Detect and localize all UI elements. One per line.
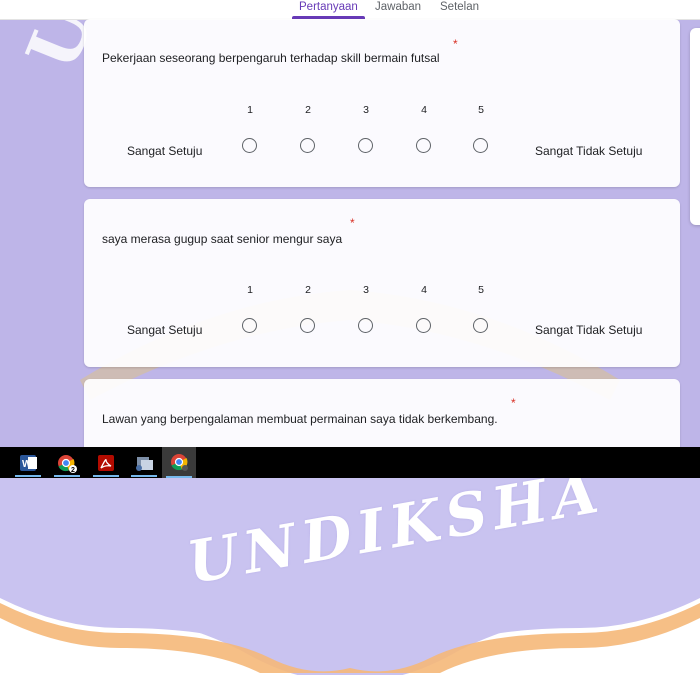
chrome-icon: 2 xyxy=(58,455,77,474)
svg-text:W: W xyxy=(22,459,32,470)
tab-bar: Pertanyaan Jawaban Setelan xyxy=(0,0,700,20)
word-icon: W xyxy=(20,455,37,471)
tab-setelan[interactable]: Setelan xyxy=(440,1,479,13)
required-asterisk: * xyxy=(350,216,355,230)
scale-radio-1[interactable] xyxy=(242,138,257,153)
windows-taskbar: W 2 xyxy=(0,447,700,478)
forms-editor-screen: UNI Pertanyaan Jawaban Setelan Pekerjaan… xyxy=(0,0,700,447)
question-title: saya merasa gugup saat senior mengur say… xyxy=(102,232,343,246)
scale-radio-2[interactable] xyxy=(300,318,315,333)
scale-radio-4[interactable] xyxy=(416,138,431,153)
scale-number: 4 xyxy=(421,104,427,116)
scale-number: 5 xyxy=(478,284,484,296)
scale-radio-2[interactable] xyxy=(300,138,315,153)
running-indicator xyxy=(166,476,192,478)
scale-high-label: Sangat Tidak Setuju xyxy=(535,323,643,337)
taskbar-chrome[interactable]: 2 xyxy=(50,451,84,477)
tab-jawaban[interactable]: Jawaban xyxy=(375,1,421,13)
acrobat-icon xyxy=(98,455,114,471)
scale-number: 2 xyxy=(305,104,311,116)
taskbar-chrome-active[interactable] xyxy=(162,447,196,478)
scale-number: 2 xyxy=(305,284,311,296)
scale-number: 5 xyxy=(478,104,484,116)
scale-low-label: Sangat Setuju xyxy=(127,323,203,337)
scale-radio-4[interactable] xyxy=(416,318,431,333)
question-title: Lawan yang berpengalaman membuat permain… xyxy=(102,412,498,426)
scale-number: 3 xyxy=(363,284,369,296)
scale-radio-3[interactable] xyxy=(358,138,373,153)
scale-number: 3 xyxy=(363,104,369,116)
required-asterisk: * xyxy=(453,37,458,51)
tab-pertanyaan[interactable]: Pertanyaan xyxy=(299,1,358,13)
question-title: Pekerjaan seseorang berpengaruh terhadap… xyxy=(102,51,440,65)
scale-radio-1[interactable] xyxy=(242,318,257,333)
required-asterisk: * xyxy=(511,396,516,410)
question-card-1[interactable]: Pekerjaan seseorang berpengaruh terhadap… xyxy=(84,19,680,187)
scale-radio-3[interactable] xyxy=(358,318,373,333)
scale-number: 4 xyxy=(421,284,427,296)
question-card-3[interactable]: Lawan yang berpengalaman membuat permain… xyxy=(84,379,680,447)
running-indicator xyxy=(15,475,41,477)
scale-number: 1 xyxy=(247,104,253,116)
chrome-active-icon xyxy=(171,454,188,471)
running-indicator xyxy=(131,475,157,477)
taskbar-word[interactable]: W xyxy=(11,451,45,477)
network-app-icon xyxy=(136,457,153,471)
scale-low-label: Sangat Setuju xyxy=(127,144,203,158)
chrome-window-count: 2 xyxy=(71,467,75,474)
question-card-2[interactable]: saya merasa gugup saat senior mengur say… xyxy=(84,199,680,367)
floating-toolbar[interactable] xyxy=(690,28,700,225)
taskbar-acrobat[interactable] xyxy=(89,451,123,477)
watermark-lower: UNDIKSHA xyxy=(0,478,700,675)
running-indicator xyxy=(54,475,80,477)
running-indicator xyxy=(93,475,119,477)
scale-number: 1 xyxy=(247,284,253,296)
scale-radio-5[interactable] xyxy=(473,138,488,153)
scale-radio-5[interactable] xyxy=(473,318,488,333)
taskbar-network-app[interactable] xyxy=(127,451,161,477)
scale-high-label: Sangat Tidak Setuju xyxy=(535,144,643,158)
